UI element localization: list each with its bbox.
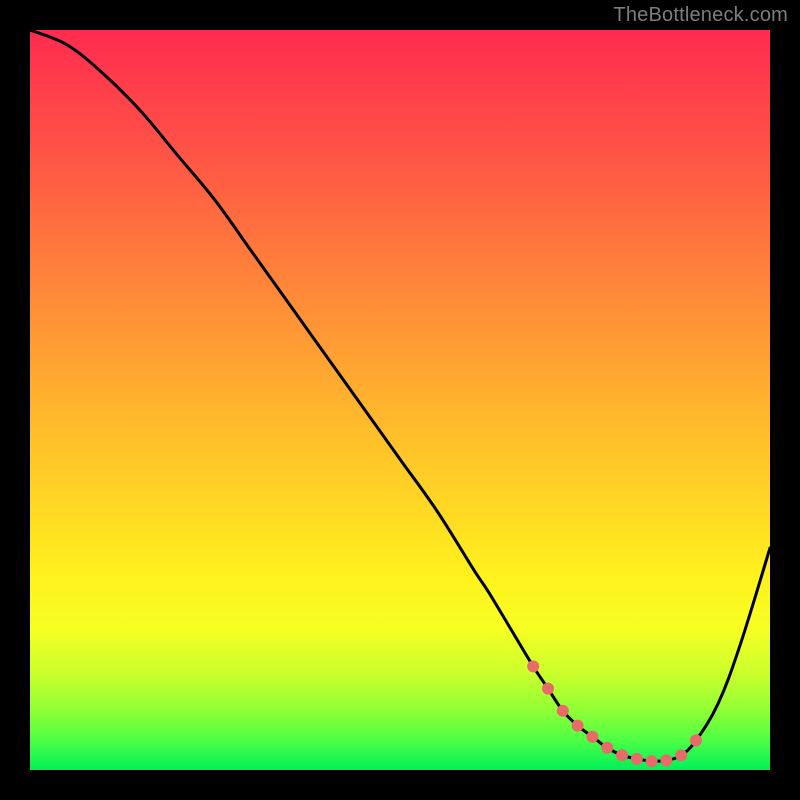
chart-container: TheBottleneck.com (0, 0, 800, 800)
watermark-text: TheBottleneck.com (613, 4, 788, 27)
marker-dot (601, 742, 613, 754)
marker-dot (572, 720, 584, 732)
bottleneck-curve (30, 30, 770, 761)
marker-dot (586, 731, 598, 743)
marker-dot (675, 749, 687, 761)
marker-dot (690, 734, 702, 746)
marker-dot (646, 755, 658, 767)
curve-svg (30, 30, 770, 770)
marker-dot (616, 749, 628, 761)
plot-area (30, 30, 770, 770)
marker-dot (557, 705, 569, 717)
marker-dot (527, 660, 539, 672)
marker-dot (631, 753, 643, 765)
marker-dot (542, 683, 554, 695)
marker-dot (660, 754, 672, 766)
